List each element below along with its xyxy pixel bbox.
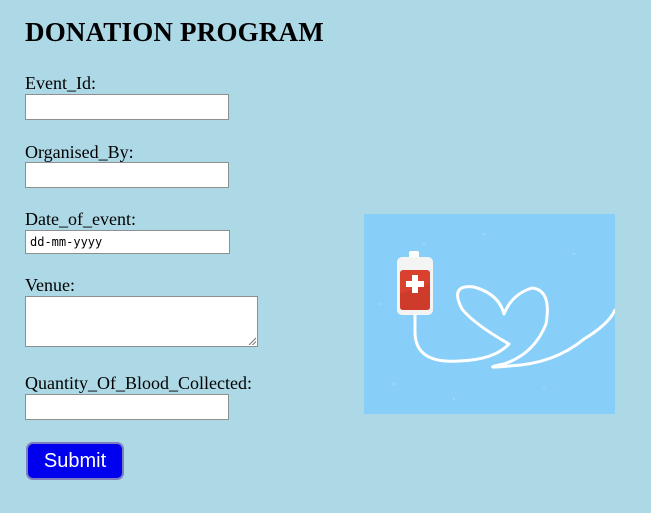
submit-button[interactable]: Submit <box>26 442 124 480</box>
page-title: DONATION PROGRAM <box>25 17 324 47</box>
blood-bag-heart-icon <box>364 214 615 414</box>
event-id-input[interactable] <box>25 94 229 120</box>
organised-by-input[interactable] <box>25 162 229 188</box>
resize-grip-icon[interactable] <box>248 337 256 345</box>
quantity-input[interactable] <box>25 394 229 420</box>
date-of-event-label: Date_of_event: <box>25 209 136 229</box>
venue-label: Venue: <box>25 275 75 295</box>
quantity-label: Quantity_Of_Blood_Collected: <box>25 373 252 393</box>
venue-textarea[interactable] <box>25 296 258 347</box>
event-id-label: Event_Id: <box>25 73 96 93</box>
date-placeholder: dd-mm-yyyy <box>30 235 103 249</box>
organised-by-label: Organised_By: <box>25 142 134 162</box>
date-of-event-input[interactable]: dd-mm-yyyy <box>25 230 230 254</box>
